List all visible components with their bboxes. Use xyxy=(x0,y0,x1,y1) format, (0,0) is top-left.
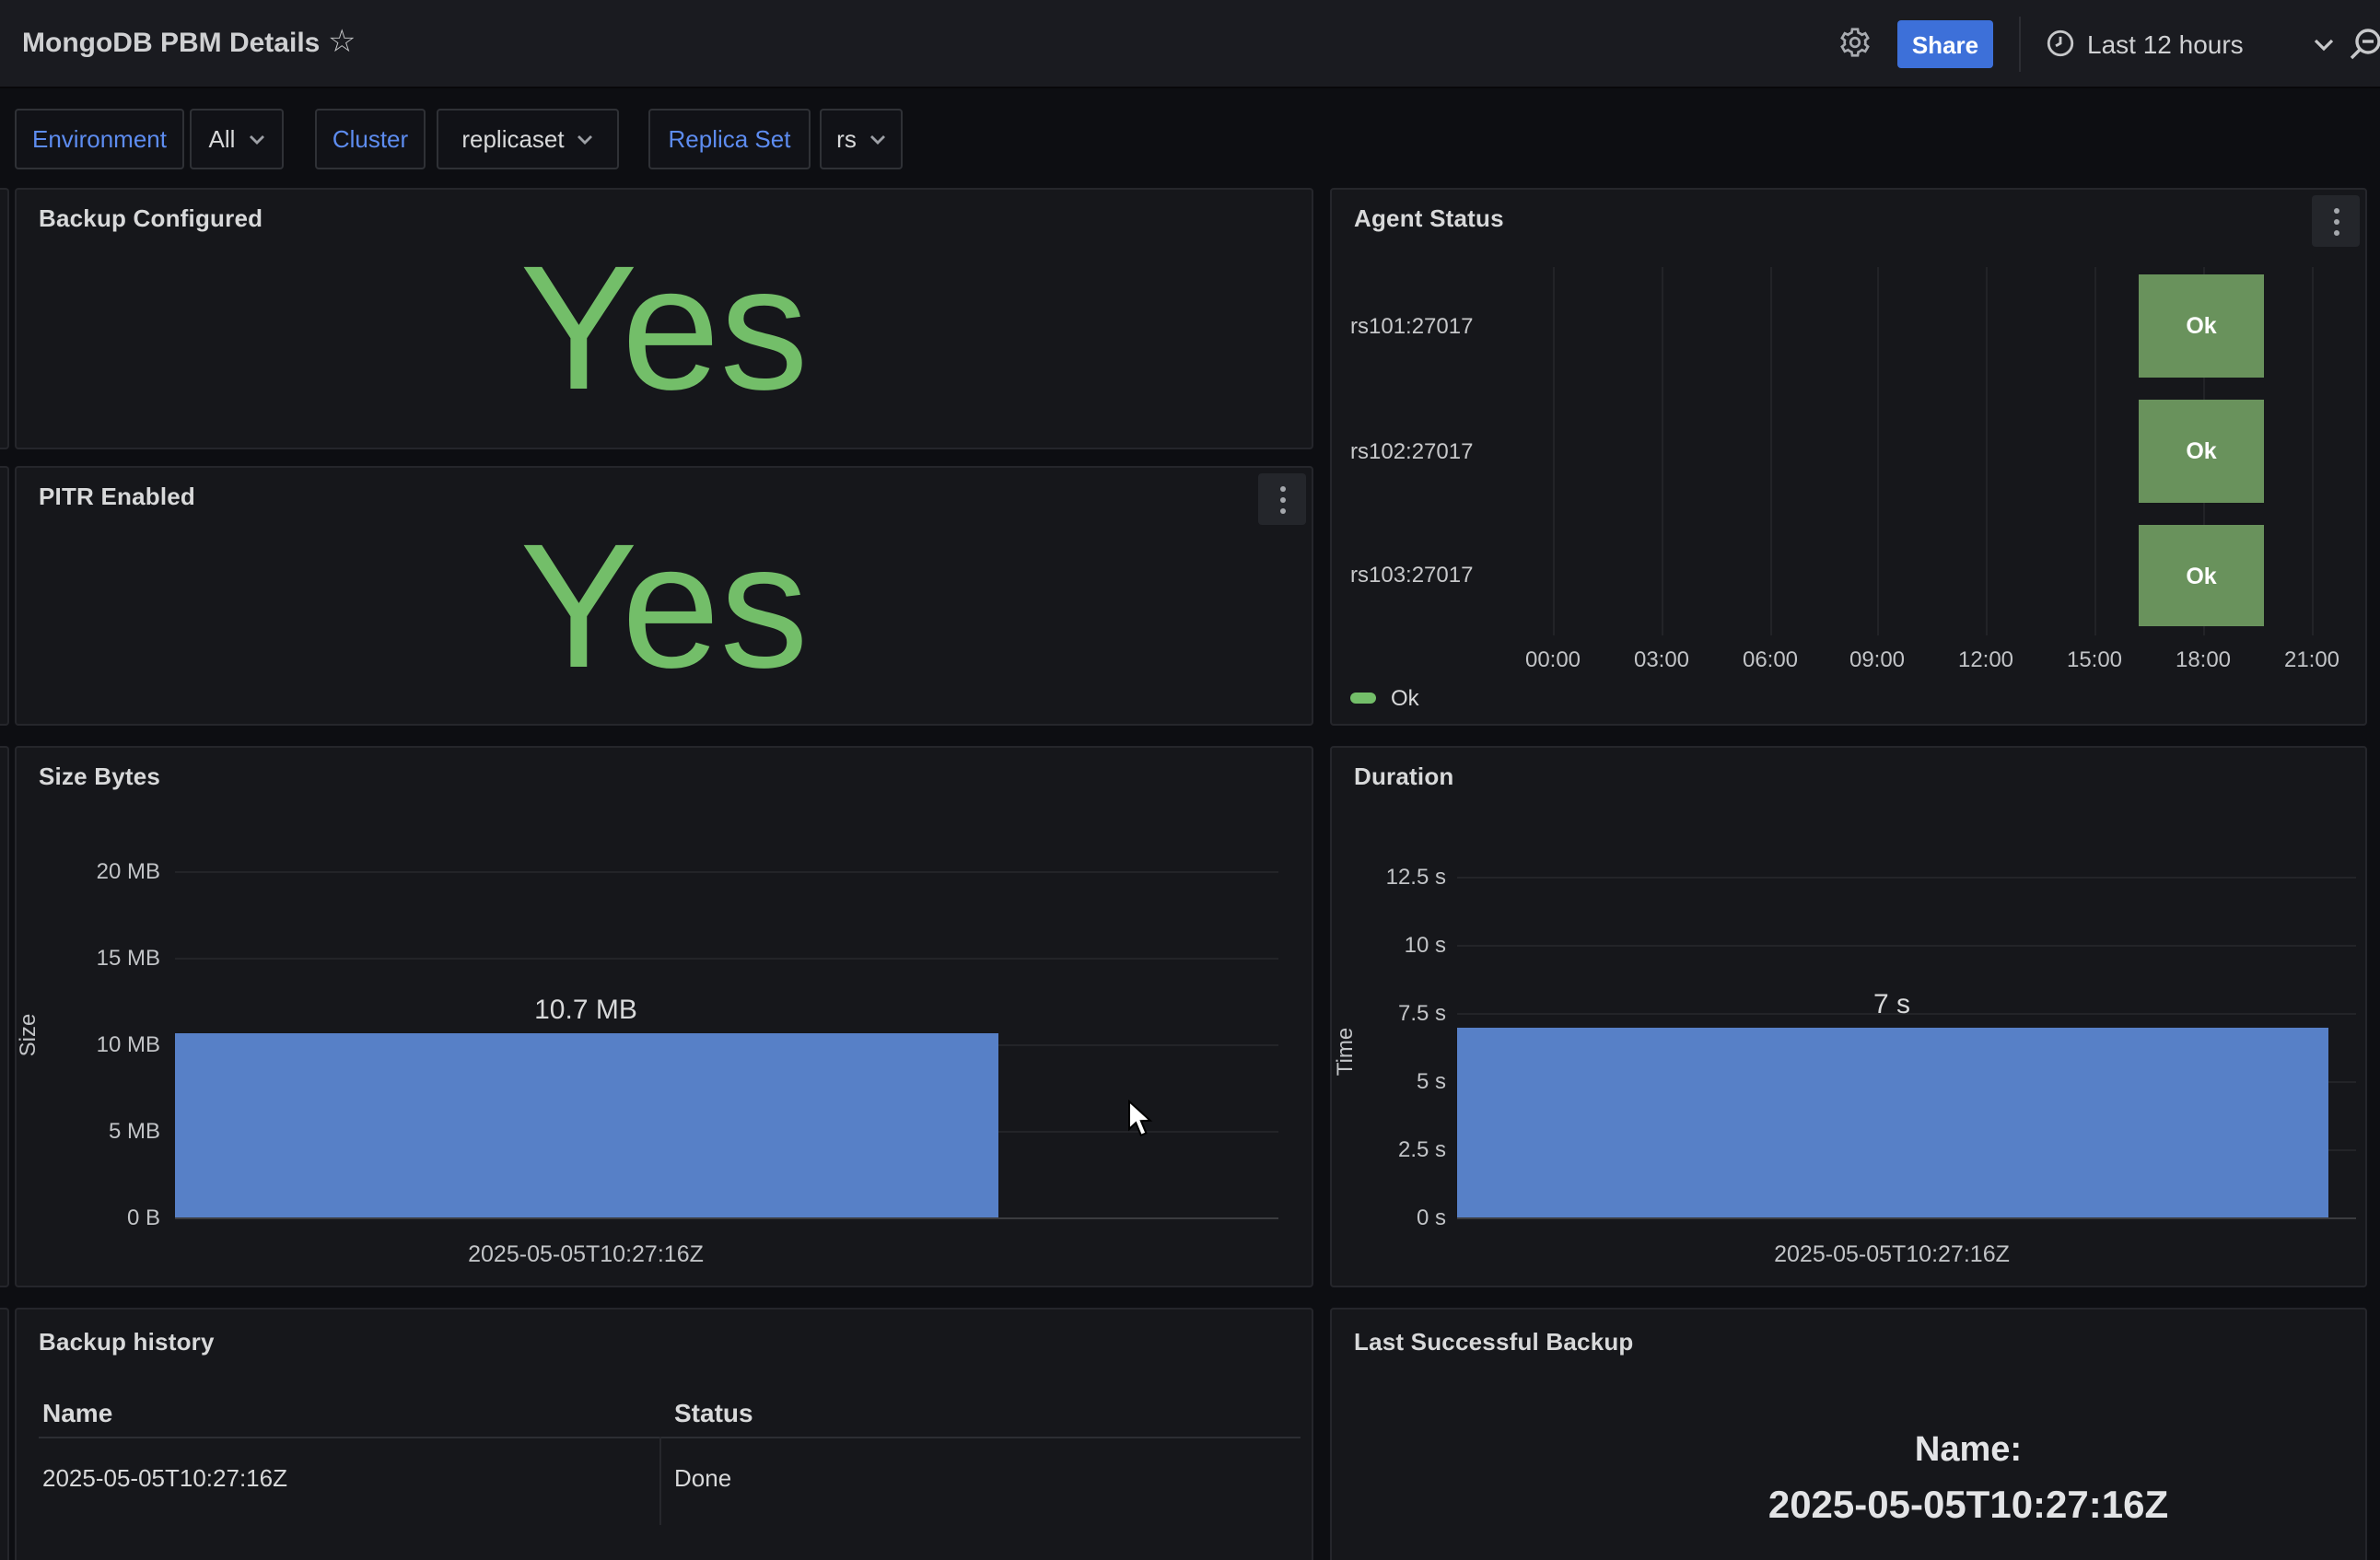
panel-title: Agent Status xyxy=(1354,204,1504,232)
y-tick: 5 s xyxy=(1317,1068,1446,1094)
x-tick: 15:00 xyxy=(2067,646,2122,672)
size-bar[interactable] xyxy=(175,1033,998,1217)
x-tick: 03:00 xyxy=(1634,646,1689,672)
panel-title: Last Successful Backup xyxy=(1354,1328,1634,1356)
y-tick: 7.5 s xyxy=(1317,1000,1446,1026)
filter-cluster-value[interactable]: replicaset xyxy=(437,109,619,169)
x-tick: 06:00 xyxy=(1743,646,1798,672)
offscreen-panel-edge xyxy=(0,746,9,1287)
gridline xyxy=(1457,945,2356,947)
y-tick: 2.5 s xyxy=(1317,1136,1446,1162)
chevron-down-icon xyxy=(869,134,886,145)
gridline xyxy=(1986,267,1988,635)
gridline xyxy=(1662,267,1663,635)
filter-cluster-label[interactable]: Cluster xyxy=(315,109,426,169)
y-tick: 10 MB xyxy=(31,1031,160,1057)
chevron-down-icon[interactable] xyxy=(2314,39,2334,52)
panel-title: Size Bytes xyxy=(39,763,160,790)
y-tick: 5 MB xyxy=(31,1118,160,1144)
y-tick: 12.5 s xyxy=(1317,864,1446,890)
dashboard-title: MongoDB PBM Details xyxy=(22,28,320,59)
legend-label: Ok xyxy=(1391,685,1419,711)
table-header-divider xyxy=(39,1437,1301,1438)
bar-value-label: 7 s xyxy=(1873,989,1910,1020)
table-column-divider xyxy=(659,1437,661,1525)
panel-duration: Duration Time 12.5 s 10 s 7.5 s 5 s 2.5 … xyxy=(1330,746,2367,1287)
status-cell[interactable]: Ok xyxy=(2139,525,2264,626)
status-cell[interactable]: Ok xyxy=(2139,400,2264,503)
gridline xyxy=(175,871,1278,873)
time-range-picker[interactable]: Last 12 hours xyxy=(2087,29,2244,59)
pitr-enabled-value: Yes xyxy=(17,497,1312,716)
gridline xyxy=(2312,267,2314,635)
clock-icon xyxy=(2045,28,2076,59)
status-cell[interactable]: Ok xyxy=(2139,274,2264,378)
offscreen-panel-edge xyxy=(0,1308,9,1560)
gridline xyxy=(1770,267,1772,635)
offscreen-panel-edge xyxy=(0,188,9,449)
legend[interactable]: Ok xyxy=(1350,685,1419,711)
x-category-label: 2025-05-05T10:27:16Z xyxy=(1774,1241,2010,1267)
panel-pitr-enabled: PITR Enabled Yes xyxy=(15,466,1313,726)
y-tick: 15 MB xyxy=(31,945,160,971)
table-cell-status[interactable]: Done xyxy=(674,1464,731,1492)
gridline xyxy=(1457,877,2356,879)
x-tick: 09:00 xyxy=(1849,646,1905,672)
filter-environment-label[interactable]: Environment xyxy=(15,109,184,169)
y-tick: 20 MB xyxy=(31,858,160,884)
x-tick: 00:00 xyxy=(1525,646,1581,672)
column-header-status[interactable]: Status xyxy=(674,1398,753,1427)
panel-title: Backup history xyxy=(39,1328,215,1356)
gridline xyxy=(1877,267,1879,635)
gridline xyxy=(2094,267,2096,635)
filter-environment-value[interactable]: All xyxy=(190,109,284,169)
column-header-name[interactable]: Name xyxy=(42,1398,112,1427)
panel-backup-history: Backup history Name Status 2025-05-05T10… xyxy=(15,1308,1313,1560)
gridline xyxy=(1553,267,1555,635)
axis-baseline xyxy=(1457,1217,2356,1219)
filter-replicaset-label[interactable]: Replica Set xyxy=(648,109,811,169)
host-label: rs102:27017 xyxy=(1350,438,1473,464)
top-nav: MongoDB PBM Details ☆ Share Last 12 hour… xyxy=(0,0,2380,88)
table-cell-name[interactable]: 2025-05-05T10:27:16Z xyxy=(42,1464,287,1492)
last-backup-name-label: Name: xyxy=(1571,1431,2365,1472)
gridline xyxy=(175,958,1278,960)
y-tick: 0 s xyxy=(1317,1205,1446,1230)
chevron-down-icon xyxy=(248,134,264,145)
x-tick: 18:00 xyxy=(2176,646,2231,672)
host-label: rs103:27017 xyxy=(1350,562,1473,588)
zoom-out-icon[interactable] xyxy=(2347,26,2380,63)
y-tick: 10 s xyxy=(1317,932,1446,958)
duration-bar[interactable] xyxy=(1457,1028,2328,1217)
panel-agent-status: Agent Status rs101:27017 rs102:27017 rs1… xyxy=(1330,188,2367,726)
panel-last-successful-backup: Last Successful Backup Name: 2025-05-05T… xyxy=(1330,1308,2367,1560)
nav-divider xyxy=(2019,17,2021,72)
x-tick: 12:00 xyxy=(1958,646,2013,672)
last-backup-name-value: 2025-05-05T10:27:16Z xyxy=(1571,1484,2365,1529)
backup-configured-value: Yes xyxy=(17,219,1312,440)
panel-size-bytes: Size Bytes Size 20 MB 15 MB 10 MB 5 MB 0… xyxy=(15,746,1313,1287)
filter-replicaset-value[interactable]: rs xyxy=(820,109,903,169)
share-button[interactable]: Share xyxy=(1897,20,1993,68)
chevron-down-icon xyxy=(578,134,594,145)
panel-backup-configured: Backup Configured Yes xyxy=(15,188,1313,449)
bar-value-label: 10.7 MB xyxy=(534,995,637,1026)
x-category-label: 2025-05-05T10:27:16Z xyxy=(468,1241,704,1267)
star-favorite-icon[interactable]: ☆ xyxy=(328,24,356,61)
grafana-dashboard: MongoDB PBM Details ☆ Share Last 12 hour… xyxy=(0,0,2380,1560)
axis-baseline xyxy=(175,1217,1278,1219)
legend-ok-swatch xyxy=(1350,693,1376,704)
host-label: rs101:27017 xyxy=(1350,313,1473,339)
offscreen-panel-edge xyxy=(0,466,9,726)
last-backup-stat: Name: 2025-05-05T10:27:16Z xyxy=(1571,1431,2365,1529)
x-tick: 21:00 xyxy=(2284,646,2339,672)
panel-title: Duration xyxy=(1354,763,1454,790)
y-tick: 0 B xyxy=(31,1205,160,1230)
panel-menu-kebab-icon[interactable] xyxy=(2312,195,2360,247)
gear-settings-icon[interactable] xyxy=(1838,26,1872,59)
